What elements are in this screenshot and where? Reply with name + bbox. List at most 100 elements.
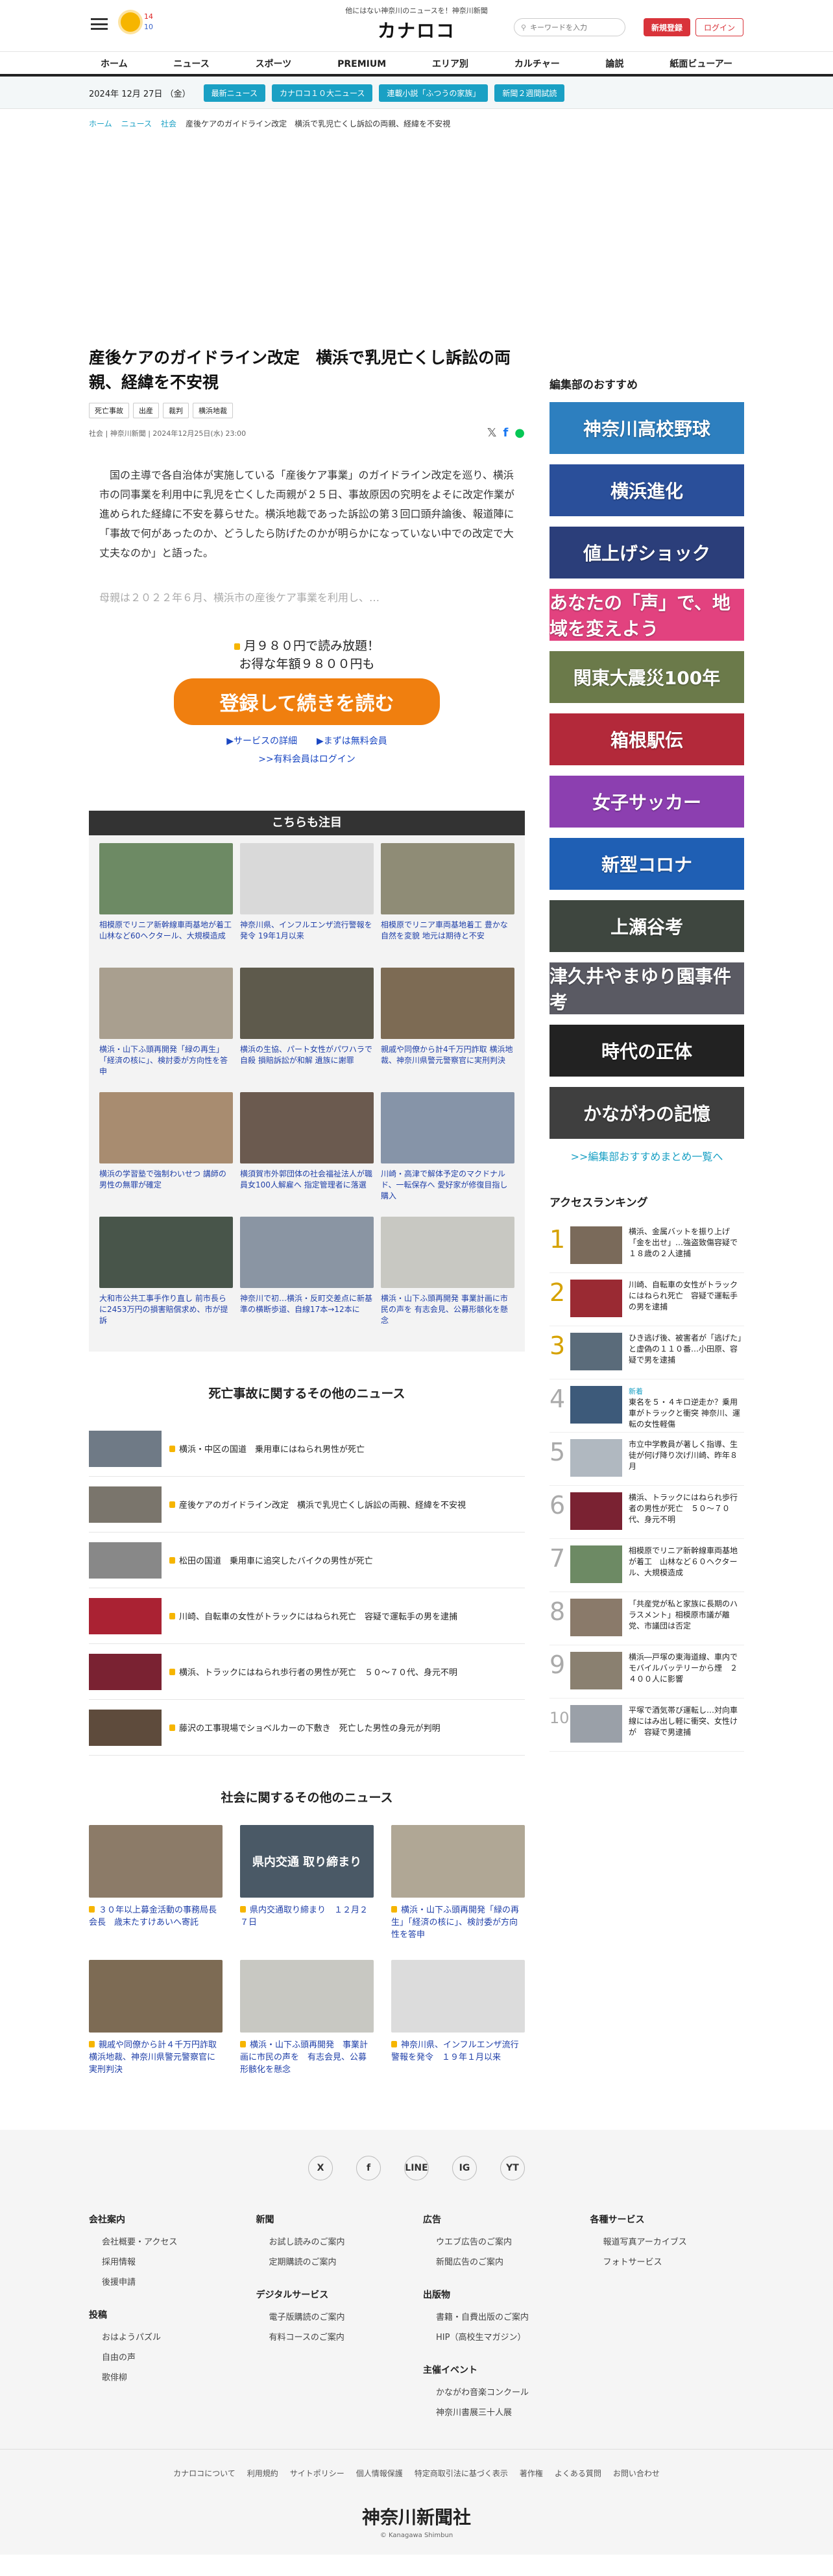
- subscribe-button[interactable]: 登録して続きを読む: [174, 678, 440, 725]
- society-card[interactable]: 横浜・山下ふ頭再開発 事業計画に市民の声を 有志会見、公募形骸化を懸念: [240, 1960, 374, 2078]
- sidebar-banner[interactable]: 津久井やまゆり園事件考: [549, 962, 744, 1014]
- instagram-icon[interactable]: IG: [452, 2156, 477, 2180]
- footer-link[interactable]: 新聞広告のご案内: [423, 2252, 577, 2272]
- search-box[interactable]: ⚲: [514, 18, 625, 36]
- footer-link[interactable]: お試し読みのご案内: [256, 2232, 411, 2252]
- society-card[interactable]: 神奈川県、インフルエンザ流行警報を発令 １９年１月以来: [391, 1960, 525, 2078]
- attention-card[interactable]: 大和市公共工事手作り直し 前市長らに2453万円の損害賠償求め、市が提訴: [99, 1217, 233, 1326]
- related-item[interactable]: 横浜・中区の国道 乗用車にはねられ男性が死亡: [89, 1421, 525, 1477]
- ranking-item[interactable]: 5 市立中学教員が著しく指導、生徒が何げ降り次げ川崎、昨年８月: [549, 1433, 744, 1486]
- footer-link[interactable]: おはようパズル: [89, 2328, 243, 2348]
- x-share-icon[interactable]: 𝕏: [487, 426, 497, 440]
- footer-link[interactable]: 書籍・自費出版のご案内: [423, 2308, 577, 2328]
- related-item[interactable]: 松田の国道 乗用車に追突したバイクの男性が死亡: [89, 1532, 525, 1588]
- ranking-item[interactable]: 4 新着 東名を５・４キロ逆走か？乗用車がトラックと衝突 神奈川、運転の女性軽傷: [549, 1379, 744, 1433]
- related-item[interactable]: 産後ケアのガイドライン改定 横浜で乳児亡くし訴訟の両親、経緯を不安視: [89, 1477, 525, 1532]
- ranking-item[interactable]: 7 相模原でリニア新幹線車両基地が着工 山林など６０ヘクタール、大規模造成: [549, 1539, 744, 1592]
- youtube-icon[interactable]: YT: [500, 2156, 525, 2180]
- breadcrumb-home[interactable]: ホーム: [89, 118, 112, 129]
- footer-bottom-link[interactable]: カナロコについて: [173, 2468, 235, 2479]
- breadcrumb-news[interactable]: ニュース: [121, 118, 152, 129]
- sidebar-banner[interactable]: あなたの「声」で、地域を変えよう: [549, 589, 744, 641]
- footer-link[interactable]: 会社概要・アクセス: [89, 2232, 243, 2252]
- footer-bottom-link[interactable]: 個人情報保護: [356, 2468, 403, 2479]
- footer-link[interactable]: かながわ音楽コンクール: [423, 2383, 577, 2403]
- free-member-link[interactable]: ▶まずは無料会員: [317, 734, 387, 747]
- nav-item-editorial[interactable]: 論説: [594, 52, 636, 74]
- line-share-icon[interactable]: ●: [514, 426, 525, 440]
- footer-link[interactable]: 自由の声: [89, 2348, 243, 2368]
- nav-item-viewer[interactable]: 紙面ビューアー: [658, 52, 744, 74]
- ranking-item[interactable]: 3 ひき逃げ後、被害者が「逃げた」と虚偽の１１０番…小田原、容疑で男を逮捕: [549, 1326, 744, 1379]
- ranking-item[interactable]: 8 「共産党が私と家族に長期のハラスメント」相模原市議が離党、市議団は否定: [549, 1592, 744, 1645]
- attention-card[interactable]: 横浜の学習塾で強制わいせつ 講師の男性の無罪が確定: [99, 1092, 233, 1201]
- nav-item-culture[interactable]: カルチャー: [503, 52, 572, 74]
- tag-link[interactable]: 死亡事故: [89, 403, 129, 418]
- attention-card[interactable]: 横浜・山下ふ頭再開発「緑の再生」「経済の核に」、検討委が方向性を答申: [99, 968, 233, 1077]
- footer-link[interactable]: 定期購読のご案内: [256, 2252, 411, 2272]
- footer-bottom-link[interactable]: よくある質問: [555, 2468, 601, 2479]
- sidebar-banner[interactable]: 神奈川高校野球: [549, 402, 744, 454]
- ranking-item[interactable]: 2 川崎、自転車の女性がトラックにはねられ死亡 容疑で運転手の男を逮捕: [549, 1273, 744, 1326]
- attention-card[interactable]: 横浜の生協、パート女性がパワハラで自殺 損賠訴訟が和解 遺族に謝罪: [240, 968, 374, 1077]
- pill-top10[interactable]: カナロコ１０大ニュース: [271, 84, 373, 102]
- attention-card[interactable]: 相模原でリニア車両基地着工 豊かな自然を変貌 地元は期待と不安: [381, 843, 514, 952]
- attention-card[interactable]: 神奈川で初…横浜・反町交差点に新基準の横断歩道、自線17本→12本に: [240, 1217, 374, 1326]
- ranking-item[interactable]: 6 横浜、トラックにはねられ歩行者の男性が死亡 ５０～７０代、身元不明: [549, 1486, 744, 1539]
- tag-link[interactable]: 裁判: [163, 403, 189, 418]
- register-button[interactable]: 新規登録: [644, 18, 690, 36]
- ranking-item[interactable]: 1 横浜、金属バットを振り上げ「金を出せ」…強盗致傷容疑で１８歳の２人逮捕: [549, 1220, 744, 1273]
- pill-trial[interactable]: 新聞２週間試読: [494, 84, 565, 102]
- sidebar-banner[interactable]: 新型コロナ: [549, 838, 744, 890]
- attention-card[interactable]: 親戚や同僚から計4千万円詐取 横浜地裁、神奈川県警元警察官に実刑判決: [381, 968, 514, 1077]
- related-item[interactable]: 川崎、自転車の女性がトラックにはねられ死亡 容疑で運転手の男を逮捕: [89, 1588, 525, 1644]
- footer-link[interactable]: 電子版購読のご案内: [256, 2308, 411, 2328]
- related-item[interactable]: 横浜、トラックにはねられ歩行者の男性が死亡 ５０～７０代、身元不明: [89, 1644, 525, 1700]
- footer-bottom-link[interactable]: 著作権: [520, 2468, 543, 2479]
- attention-card[interactable]: 相模原でリニア新幹線車両基地が着工 山林など60ヘクタール、大規模造成: [99, 843, 233, 952]
- login-button[interactable]: ログイン: [695, 18, 743, 36]
- footer-link[interactable]: HIP（高校生マガジン）: [423, 2328, 577, 2348]
- society-card[interactable]: ３０年以上募金活動の事務局長会長 歳末たすけあいへ寄託: [89, 1825, 223, 1943]
- sidebar-banner[interactable]: 箱根駅伝: [549, 713, 744, 765]
- search-input[interactable]: [530, 23, 615, 32]
- footer-bottom-link[interactable]: 特定商取引法に基づく表示: [415, 2468, 508, 2479]
- editor-picks-more-link[interactable]: >>編集部おすすめまとめ一覧へ: [571, 1151, 723, 1163]
- attention-card[interactable]: 神奈川県、インフルエンザ流行警報を発令 19年1月以来: [240, 843, 374, 952]
- tag-link[interactable]: 横浜地裁: [193, 403, 233, 418]
- footer-bottom-link[interactable]: お問い合わせ: [613, 2468, 660, 2479]
- sidebar-banner[interactable]: 女子サッカー: [549, 776, 744, 828]
- line-icon[interactable]: LINE: [404, 2156, 429, 2180]
- society-card[interactable]: 横浜・山下ふ頭再開発「緑の再生」「経済の核に」、検討委が方向性を答申: [391, 1825, 525, 1943]
- facebook-share-icon[interactable]: f: [503, 426, 508, 440]
- sidebar-banner[interactable]: 横浜進化: [549, 464, 744, 516]
- society-card[interactable]: 県内交通 取り締まり 県内交通取り締まり １２月２７日: [240, 1825, 374, 1943]
- footer-link[interactable]: 報道写真アーカイブス: [590, 2232, 745, 2252]
- facebook-icon[interactable]: f: [356, 2156, 381, 2180]
- pill-novel[interactable]: 連載小説「ふつうの家族」: [379, 84, 489, 102]
- tag-link[interactable]: 出産: [133, 403, 159, 418]
- sidebar-banner[interactable]: 関東大震災100年: [549, 651, 744, 703]
- nav-item-home[interactable]: ホーム: [89, 52, 139, 74]
- breadcrumb-society[interactable]: 社会: [161, 118, 176, 129]
- nav-item-news[interactable]: ニュース: [162, 52, 221, 74]
- service-details-link[interactable]: ▶サービスの詳細: [226, 734, 297, 747]
- attention-card[interactable]: 川崎・高津で解体予定のマクドナルド、一転保存へ 愛好家が修復目指し購入: [381, 1092, 514, 1201]
- footer-bottom-link[interactable]: 利用規約: [247, 2468, 278, 2479]
- related-item[interactable]: 藤沢の工事現場でショベルカーの下敷き 死亡した男性の身元が判明: [89, 1700, 525, 1756]
- sidebar-banner[interactable]: 時代の正体: [549, 1025, 744, 1077]
- sidebar-banner[interactable]: 上瀬谷考: [549, 900, 744, 952]
- pill-latest[interactable]: 最新ニュース: [203, 84, 265, 102]
- footer-link[interactable]: 歌俳柳: [89, 2368, 243, 2388]
- society-card[interactable]: 親戚や同僚から計４千万円詐取 横浜地裁、神奈川県警元警察官に実刑判決: [89, 1960, 223, 2078]
- nav-item-sports[interactable]: スポーツ: [244, 52, 304, 74]
- attention-card[interactable]: 横須賀市外郭団体の社会福祉法人が職員女100人解雇へ 指定管理者に落選: [240, 1092, 374, 1201]
- nav-item-area[interactable]: エリア別: [420, 52, 480, 74]
- footer-bottom-link[interactable]: サイトポリシー: [290, 2468, 344, 2479]
- footer-link[interactable]: フォトサービス: [590, 2252, 745, 2272]
- paid-login-link[interactable]: >>有料会員はログイン: [258, 754, 355, 765]
- nav-item-premium[interactable]: PREMIUM: [326, 52, 398, 74]
- ranking-item[interactable]: 9 横浜―戸塚の東海道線、車内でモバイルバッテリーから煙 ２４００人に影響: [549, 1645, 744, 1699]
- sidebar-banner[interactable]: かながわの記憶: [549, 1087, 744, 1139]
- sidebar-banner[interactable]: 値上げショック: [549, 527, 744, 578]
